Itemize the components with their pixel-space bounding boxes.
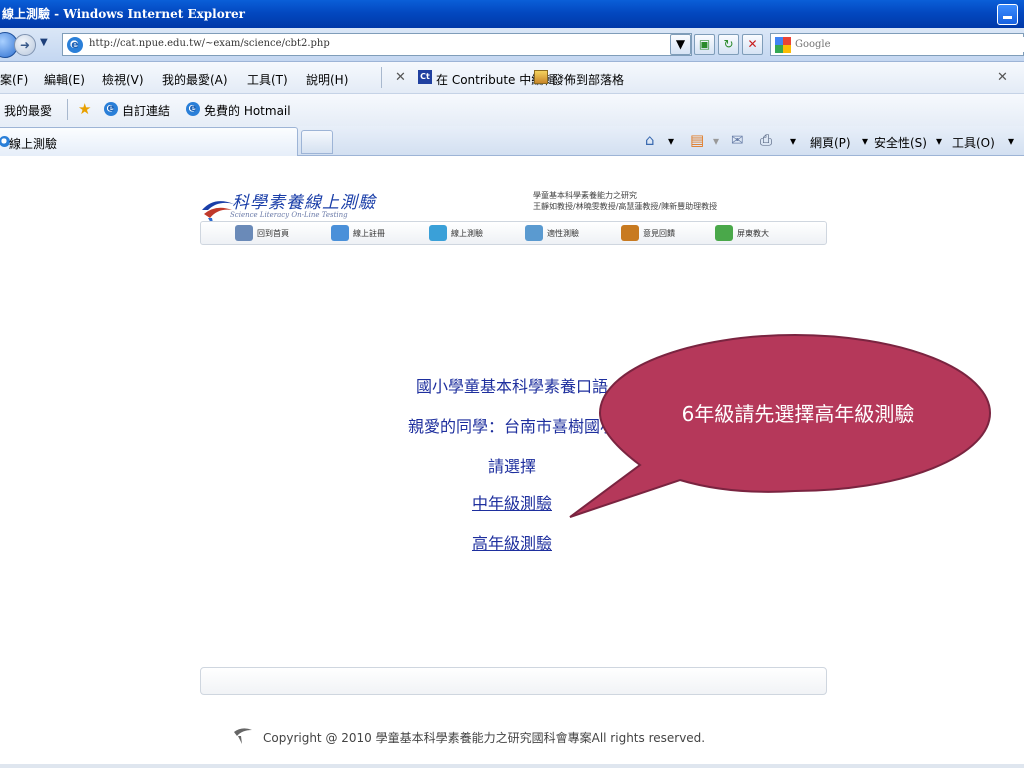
tab-bar: 線上測驗 ⌂ ▾ ▤ ▾ ✉ ⎙ ▾ 網頁(P) ▾ 安全性(S) ▾ 工具(O…: [0, 126, 1024, 156]
menu-divider: [381, 67, 382, 88]
print-icon[interactable]: ⎙: [760, 131, 772, 149]
publish-blog-button[interactable]: 發佈到部落格: [552, 71, 624, 88]
menu-edit[interactable]: 編輯(E): [44, 71, 85, 88]
project-authors: 王靜如教授/林曉雯教授/高慧蓮教授/陳新豐助理教授: [533, 202, 718, 211]
copyright-text: Copyright @ 2010 學童基本科學素養能力之研究國科會專案All r…: [263, 731, 706, 745]
mid-grade-test-link[interactable]: 中年級測驗: [472, 494, 552, 513]
university-icon: [715, 225, 733, 241]
home-icon[interactable]: ⌂: [645, 131, 655, 149]
page-menu[interactable]: 網頁(P): [810, 134, 851, 151]
tools-dropdown-icon[interactable]: ▾: [1008, 134, 1014, 148]
window-titlebar: 線上測驗 - Windows Internet Explorer: [0, 0, 1024, 28]
callout-text: 6年級請先選擇高年級測驗: [681, 402, 915, 426]
recent-pages-dropdown-icon[interactable]: ▼: [40, 37, 48, 48]
menu-help[interactable]: 說明(H): [306, 71, 348, 88]
print-dropdown-icon[interactable]: ▾: [790, 134, 796, 148]
tab-label: 線上測驗: [9, 137, 58, 151]
stop-button[interactable]: ✕: [742, 34, 763, 55]
menu-favorites[interactable]: 我的最愛(A): [162, 71, 228, 88]
high-grade-test-row: 高年級測驗: [0, 530, 1024, 554]
forward-button[interactable]: ➜: [14, 34, 36, 56]
contribute-icon: Ct: [418, 70, 432, 84]
favorite-link-hotmail[interactable]: 免費的 Hotmail: [204, 102, 291, 119]
status-bar: [0, 764, 1024, 768]
link-page-icon: e: [104, 102, 118, 116]
ie-page-icon: e: [67, 37, 83, 53]
footer-bar: [200, 667, 827, 695]
link-page-icon: e: [186, 102, 200, 116]
home-dropdown-icon[interactable]: ▾: [668, 134, 674, 148]
site-logo[interactable]: 科學素養線上測驗: [232, 188, 376, 213]
window-title: 線上測驗 - Windows Internet Explorer: [2, 7, 245, 21]
nav-feedback-label: 意見回饋: [643, 229, 675, 238]
nav-adaptive-label: 適性測驗: [547, 229, 579, 238]
high-grade-test-link[interactable]: 高年級測驗: [472, 534, 552, 553]
site-subtitle: Science Literacy On-Line Testing: [230, 211, 348, 219]
search-box[interactable]: [770, 33, 1024, 56]
compatibility-view-icon[interactable]: ▣: [694, 34, 715, 55]
site-header: 科學素養線上測驗 Science Literacy On-Line Testin…: [200, 186, 827, 246]
test-icon: [429, 225, 447, 241]
feeds-dropdown-icon[interactable]: ▾: [713, 134, 719, 148]
mail-icon[interactable]: ✉: [731, 131, 744, 149]
address-bar: ➜ ▼ e http://cat.npue.edu.tw/~exam/scien…: [0, 28, 1024, 62]
tools-menu[interactable]: 工具(O): [952, 134, 995, 151]
minimize-button[interactable]: [997, 4, 1018, 25]
menu-tools[interactable]: 工具(T): [247, 71, 288, 88]
menu-bar: 案(F) 編輯(E) 檢視(V) 我的最愛(A) 工具(T) 說明(H) ✕ C…: [0, 62, 1024, 94]
nav-test-label: 線上測驗: [451, 229, 483, 238]
refresh-button[interactable]: ↻: [718, 34, 739, 55]
url-dropdown-button[interactable]: ▼: [670, 34, 691, 55]
tab-active[interactable]: 線上測驗: [0, 127, 298, 156]
nav-register-label: 線上註冊: [353, 229, 385, 238]
safety-menu[interactable]: 安全性(S): [874, 134, 927, 151]
nav-university-label: 屏東教大: [737, 229, 769, 238]
feedback-icon: [621, 225, 639, 241]
project-title: 學童基本科學素養能力之研究: [533, 191, 637, 200]
add-favorite-star-icon[interactable]: ★: [78, 100, 91, 118]
favorite-link-custom[interactable]: 自訂連結: [122, 102, 170, 119]
search-input[interactable]: [795, 37, 1024, 52]
close-toolbar-right-icon[interactable]: ✕: [997, 70, 1008, 85]
safety-dropdown-icon[interactable]: ▾: [936, 134, 942, 148]
menu-file[interactable]: 案(F): [0, 71, 28, 88]
blog-icon: [534, 70, 548, 84]
feeds-icon[interactable]: ▤: [690, 131, 704, 149]
footer-logo-icon: [234, 728, 252, 744]
favorites-button[interactable]: 我的最愛: [4, 102, 52, 119]
adaptive-icon: [525, 225, 543, 241]
home-icon: [235, 225, 253, 241]
close-toolbar-icon[interactable]: ✕: [395, 70, 406, 85]
register-icon: [331, 225, 349, 241]
project-info: 學童基本科學素養能力之研究 王靜如教授/林曉雯教授/高慧蓮教授/陳新豐助理教授: [533, 190, 823, 212]
url-field[interactable]: e http://cat.npue.edu.tw/~exam/science/c…: [62, 33, 692, 56]
new-tab-button[interactable]: [301, 130, 333, 154]
favorites-divider: [67, 99, 68, 120]
favorites-bar: 我的最愛 ★ e 自訂連結 e 免費的 Hotmail: [0, 94, 1024, 126]
menu-view[interactable]: 檢視(V): [102, 71, 144, 88]
google-icon: [775, 37, 791, 53]
url-text: http://cat.npue.edu.tw/~exam/science/cbt…: [89, 38, 330, 49]
page-dropdown-icon[interactable]: ▾: [862, 134, 868, 148]
site-nav: 回到首頁 線上註冊 線上測驗 適性測驗 意見回饋 屏東教大: [200, 221, 827, 245]
nav-home-label: 回到首頁: [257, 229, 289, 238]
